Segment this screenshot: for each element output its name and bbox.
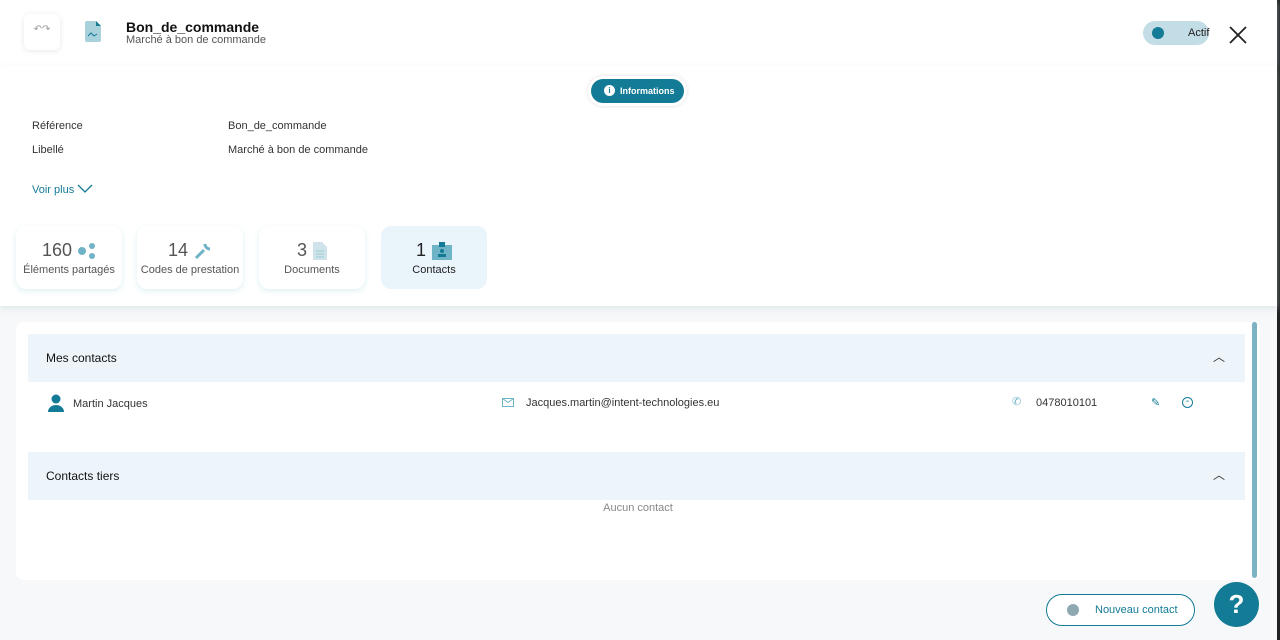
empty-message: Aucun contact	[603, 502, 673, 514]
stat-label: Documents	[284, 264, 340, 276]
remove-icon[interactable]: -	[1182, 397, 1193, 408]
contact-name: Martin Jacques	[73, 398, 148, 410]
contact-email[interactable]: Jacques.martin@intent-technologies.eu	[526, 397, 719, 409]
voir-plus-link[interactable]: Voir plus	[32, 184, 93, 196]
chevron-up-icon[interactable]: ︿	[1213, 348, 1225, 365]
tab-label: Informations	[620, 86, 675, 96]
button-label: Nouveau contact	[1095, 604, 1178, 616]
wrench-icon	[194, 243, 211, 259]
section-title: Mes contacts	[46, 351, 117, 365]
close-icon[interactable]	[1229, 26, 1247, 44]
info-area: i Informations Référence Bon_de_commande …	[0, 66, 1277, 306]
stat-card-documents[interactable]: 3 Documents	[259, 226, 365, 289]
stat-count: 14	[167, 240, 189, 260]
mail-icon	[502, 398, 514, 407]
section-title: Contacts tiers	[46, 469, 120, 483]
contact-row: Martin Jacques Jacques.martin@intent-tec…	[28, 392, 1245, 416]
stat-card-codes[interactable]: 14 Codes de prestation	[137, 226, 243, 289]
user-icon	[48, 394, 64, 412]
section-mes-contacts[interactable]: Mes contacts ︿	[28, 334, 1245, 382]
header: ↶↷ Bon_de_commande Marché à bon de comma…	[0, 0, 1277, 66]
field-value: Bon_de_commande	[228, 120, 327, 132]
share-icon	[78, 242, 96, 259]
field-value: Marché à bon de commande	[228, 144, 369, 156]
phone-icon: ✆	[1012, 396, 1022, 408]
tab-informations[interactable]: i Informations	[588, 76, 687, 106]
stat-label: Contacts	[412, 264, 456, 276]
user-circle-icon	[1067, 604, 1079, 616]
stat-card-elements[interactable]: 160 Éléments partagés	[16, 226, 122, 289]
page-subtitle: Marché à bon de commande	[126, 34, 267, 46]
section-contacts-tiers[interactable]: Contacts tiers ︿	[28, 452, 1245, 500]
new-contact-button[interactable]: Nouveau contact	[1046, 594, 1195, 626]
scrollbar[interactable]	[1252, 322, 1257, 578]
info-icon: i	[604, 85, 615, 96]
stat-count: 1	[415, 240, 426, 260]
field-label: Libellé	[32, 144, 64, 156]
stat-label: Éléments partagés	[23, 264, 115, 276]
voir-plus-label: Voir plus	[32, 184, 75, 196]
logo: ↶↷	[24, 14, 60, 50]
chevron-up-icon[interactable]: ︿	[1213, 466, 1225, 483]
stat-label: Codes de prestation	[140, 264, 240, 276]
file-icon	[313, 241, 327, 260]
chevron-down-icon	[77, 184, 93, 193]
field-label: Référence	[32, 120, 83, 132]
contacts-panel: Mes contacts ︿ Martin Jacques Jacques.mar…	[16, 322, 1260, 580]
stat-count: 3	[296, 240, 307, 260]
contact-phone: 0478010101	[1036, 397, 1098, 409]
status-toggle[interactable]: Actif	[1143, 21, 1209, 45]
edit-icon[interactable]: ✎	[1151, 396, 1160, 409]
document-icon	[85, 21, 101, 42]
toggle-knob	[1152, 27, 1164, 39]
stat-card-contacts[interactable]: 1 Contacts	[381, 226, 487, 289]
stat-count: 160	[41, 240, 73, 260]
page-title: Bon_de_commande	[126, 19, 260, 35]
id-badge-icon	[432, 241, 452, 260]
help-button[interactable]: ?	[1214, 582, 1259, 627]
status-label: Actif	[1188, 27, 1210, 39]
